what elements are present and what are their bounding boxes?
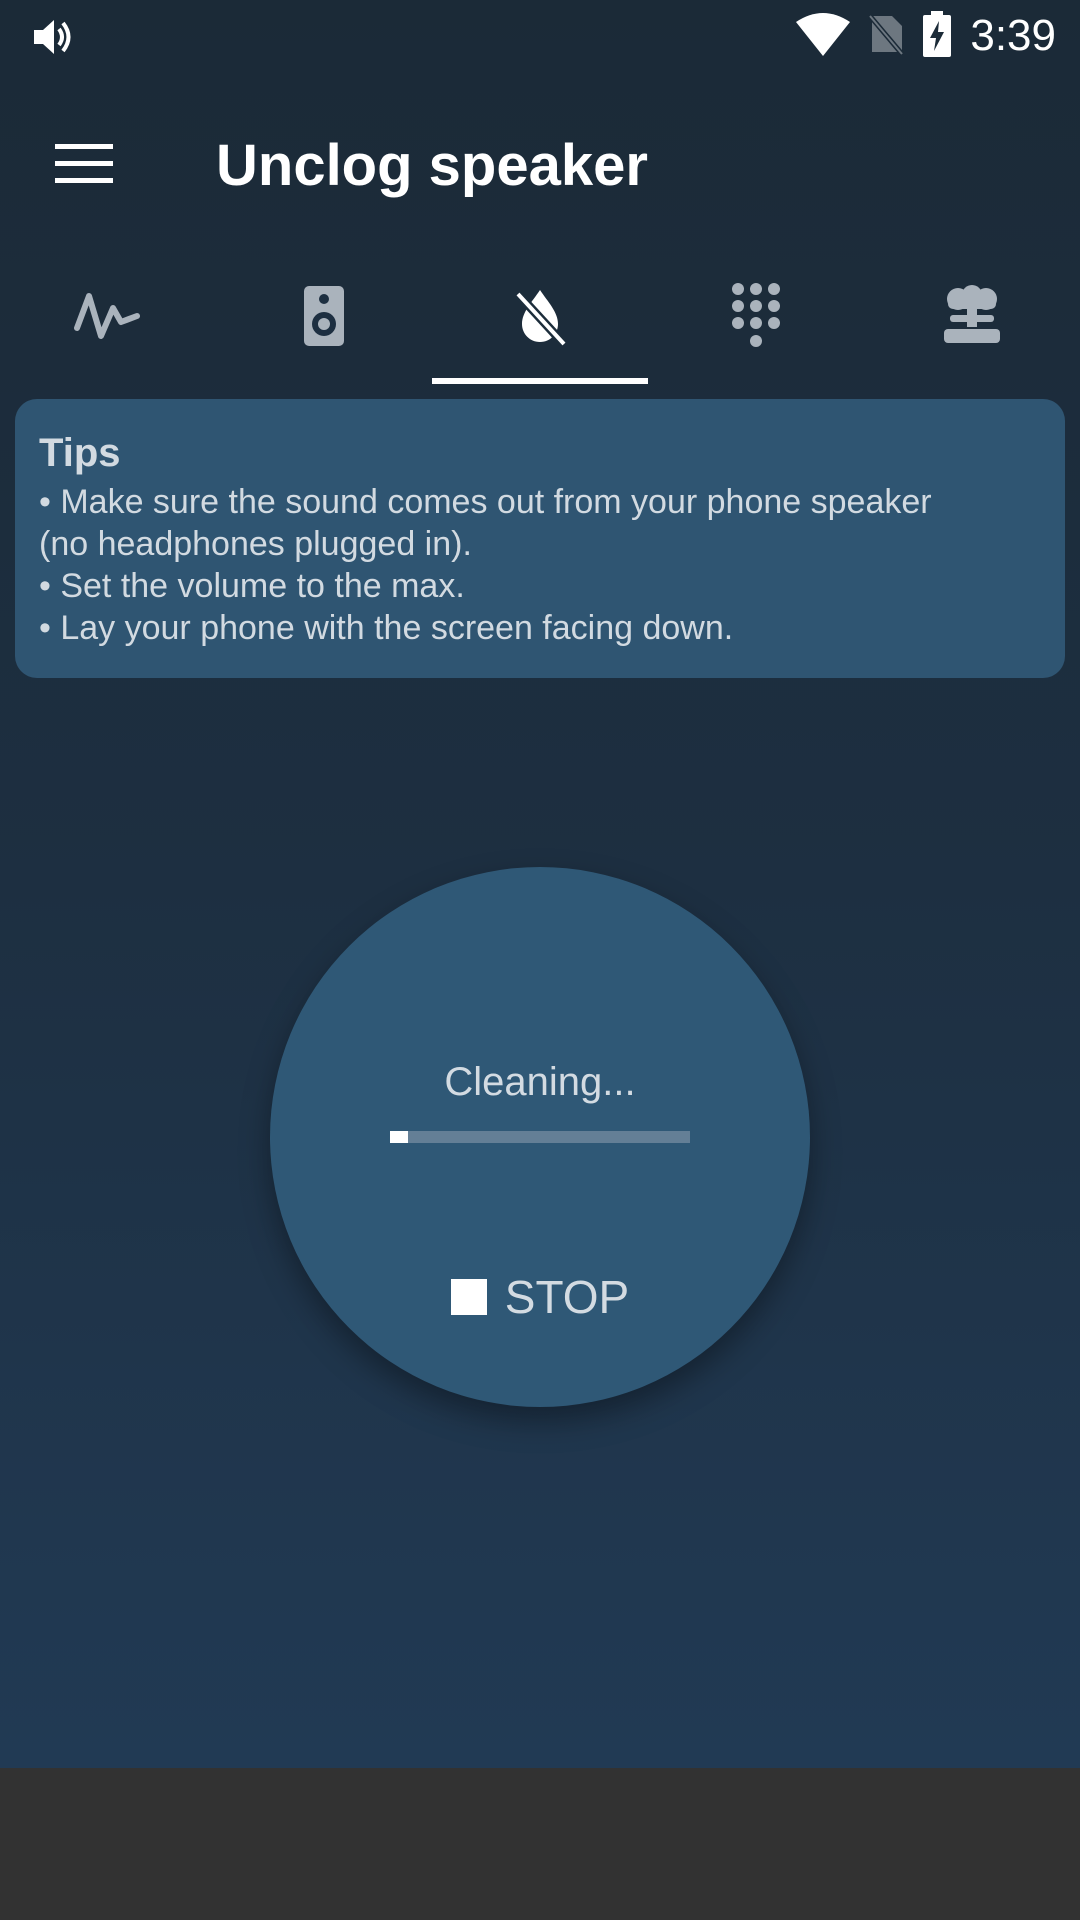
tips-line: • Set the volume to the max. [39, 567, 465, 605]
speaker-icon [302, 284, 346, 353]
status-icons: 3:39 [796, 8, 1056, 64]
tab-bar [0, 248, 1080, 388]
cleaner-circle: Cleaning... STOP [270, 867, 810, 1407]
cleaning-status: Cleaning... [444, 1060, 636, 1104]
menu-button[interactable] [40, 122, 128, 210]
tab-dtmf[interactable] [648, 248, 864, 388]
tab-speaker-test[interactable] [216, 248, 432, 388]
explosion-icon [940, 284, 1004, 352]
tips-line: (no headphones plugged in). [39, 525, 472, 563]
progress-bar [390, 1131, 690, 1143]
wifi-icon [796, 12, 851, 61]
tab-water-eject[interactable] [432, 248, 648, 388]
tips-card: Tips • Make sure the sound comes out fro… [15, 399, 1065, 678]
navigation-bar [0, 1768, 1080, 1920]
app-screen: 3:39 Unclog speaker Tips • Make sure the… [0, 0, 1080, 1768]
volume-icon [30, 14, 76, 60]
no-sim-icon [868, 12, 905, 61]
page-title: Unclog speaker [216, 133, 648, 198]
menu-icon [55, 142, 113, 191]
stop-button[interactable]: STOP [440, 1257, 640, 1337]
tab-indicator [432, 378, 648, 384]
status-bar: 3:39 [0, 0, 1080, 72]
battery-charging-icon [922, 10, 952, 62]
waveform-icon [73, 288, 143, 349]
clock: 3:39 [970, 11, 1056, 60]
tips-line: • Make sure the sound comes out from you… [39, 483, 932, 521]
water-drop-off-icon [512, 286, 568, 351]
dialpad-icon [730, 282, 782, 355]
tips-line: • Lay your phone with the screen facing … [39, 609, 734, 647]
tab-loud-sound[interactable] [864, 248, 1080, 388]
tips-title: Tips [39, 431, 121, 475]
tab-frequency[interactable] [0, 248, 216, 388]
progress-fill [390, 1131, 408, 1143]
app-bar: Unclog speaker [0, 72, 1080, 242]
stop-icon [450, 1279, 487, 1315]
stop-label: STOP [504, 1271, 630, 1323]
